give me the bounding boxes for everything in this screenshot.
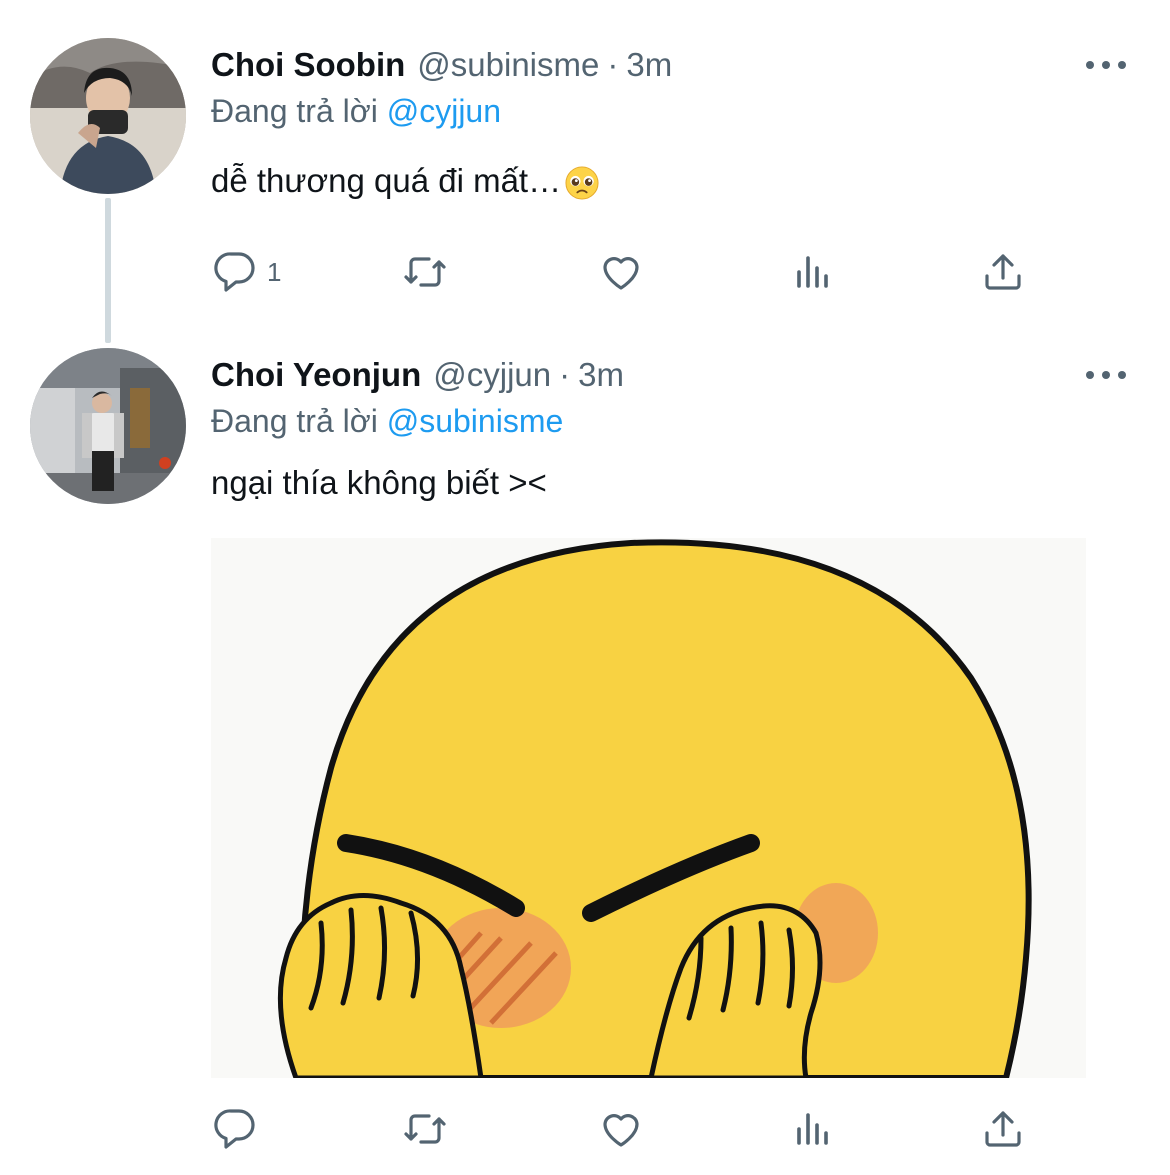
analytics-icon — [797, 256, 828, 288]
share-button[interactable] — [979, 1104, 1027, 1154]
tweet-header: Choi Yeonjun @cyjjun · 3m — [211, 351, 624, 399]
separator-dot: · — [607, 46, 619, 83]
reply-count: 1 — [267, 256, 282, 287]
timestamp[interactable]: 3m — [626, 46, 672, 84]
tweet-header: Choi Soobin @subinisme · 3m — [211, 41, 672, 89]
share-button[interactable] — [979, 247, 1027, 297]
shy-emoji-image — [211, 538, 1086, 1078]
retweet-icon — [404, 257, 446, 287]
tweet[interactable]: Choi Yeonjun @cyjjun · 3m Đang trả lời @… — [0, 340, 1170, 1175]
pleading-face-emoji-icon — [565, 166, 599, 200]
avatar-photo — [30, 38, 186, 194]
views-button[interactable] — [789, 1104, 837, 1154]
action-bar — [211, 1104, 1071, 1154]
display-name[interactable]: Choi Soobin — [211, 46, 405, 84]
separator-dot: · — [559, 356, 571, 393]
replying-to: Đang trả lời @subinisme — [211, 403, 563, 440]
tweet-media-image[interactable] — [211, 538, 1086, 1078]
share-icon — [985, 254, 1021, 290]
reply-icon — [214, 252, 255, 292]
tweet-text: ngại thía không biết >< — [211, 464, 547, 501]
more-icon[interactable] — [1086, 50, 1126, 80]
tweet-text-content: dễ thương quá đi mất… — [211, 162, 562, 199]
avatar-photo — [30, 348, 186, 504]
tweet[interactable]: Choi Soobin @subinisme · 3m Đang trả lời… — [0, 0, 1170, 343]
views-button[interactable] — [789, 247, 837, 297]
heart-icon — [603, 1114, 639, 1147]
retweet-icon — [404, 1114, 446, 1144]
user-handle[interactable]: @cyjjun — [433, 356, 551, 394]
display-name[interactable]: Choi Yeonjun — [211, 356, 421, 394]
analytics-icon — [797, 1113, 828, 1145]
mention-link[interactable]: @cyjjun — [387, 93, 501, 129]
avatar[interactable] — [30, 38, 186, 194]
share-icon — [985, 1111, 1021, 1147]
tweet-text: dễ thương quá đi mất… — [211, 162, 599, 200]
mention-link[interactable]: @subinisme — [387, 403, 564, 439]
like-button[interactable] — [597, 1104, 645, 1154]
like-button[interactable] — [597, 247, 645, 297]
heart-icon — [603, 257, 639, 290]
more-icon[interactable] — [1086, 360, 1126, 390]
reply-button[interactable]: 1 — [211, 247, 281, 297]
replying-prefix: Đang trả lời — [211, 93, 378, 129]
retweet-button[interactable] — [401, 247, 449, 297]
reply-button[interactable] — [211, 1104, 267, 1154]
replying-prefix: Đang trả lời — [211, 403, 378, 439]
reply-icon — [214, 1109, 255, 1149]
timestamp[interactable]: 3m — [578, 356, 624, 394]
retweet-button[interactable] — [401, 1104, 449, 1154]
thread-line — [105, 198, 111, 343]
avatar[interactable] — [30, 348, 186, 504]
action-bar: 1 — [211, 247, 1071, 297]
user-handle[interactable]: @subinisme — [417, 46, 599, 84]
replying-to: Đang trả lời @cyjjun — [211, 93, 501, 130]
